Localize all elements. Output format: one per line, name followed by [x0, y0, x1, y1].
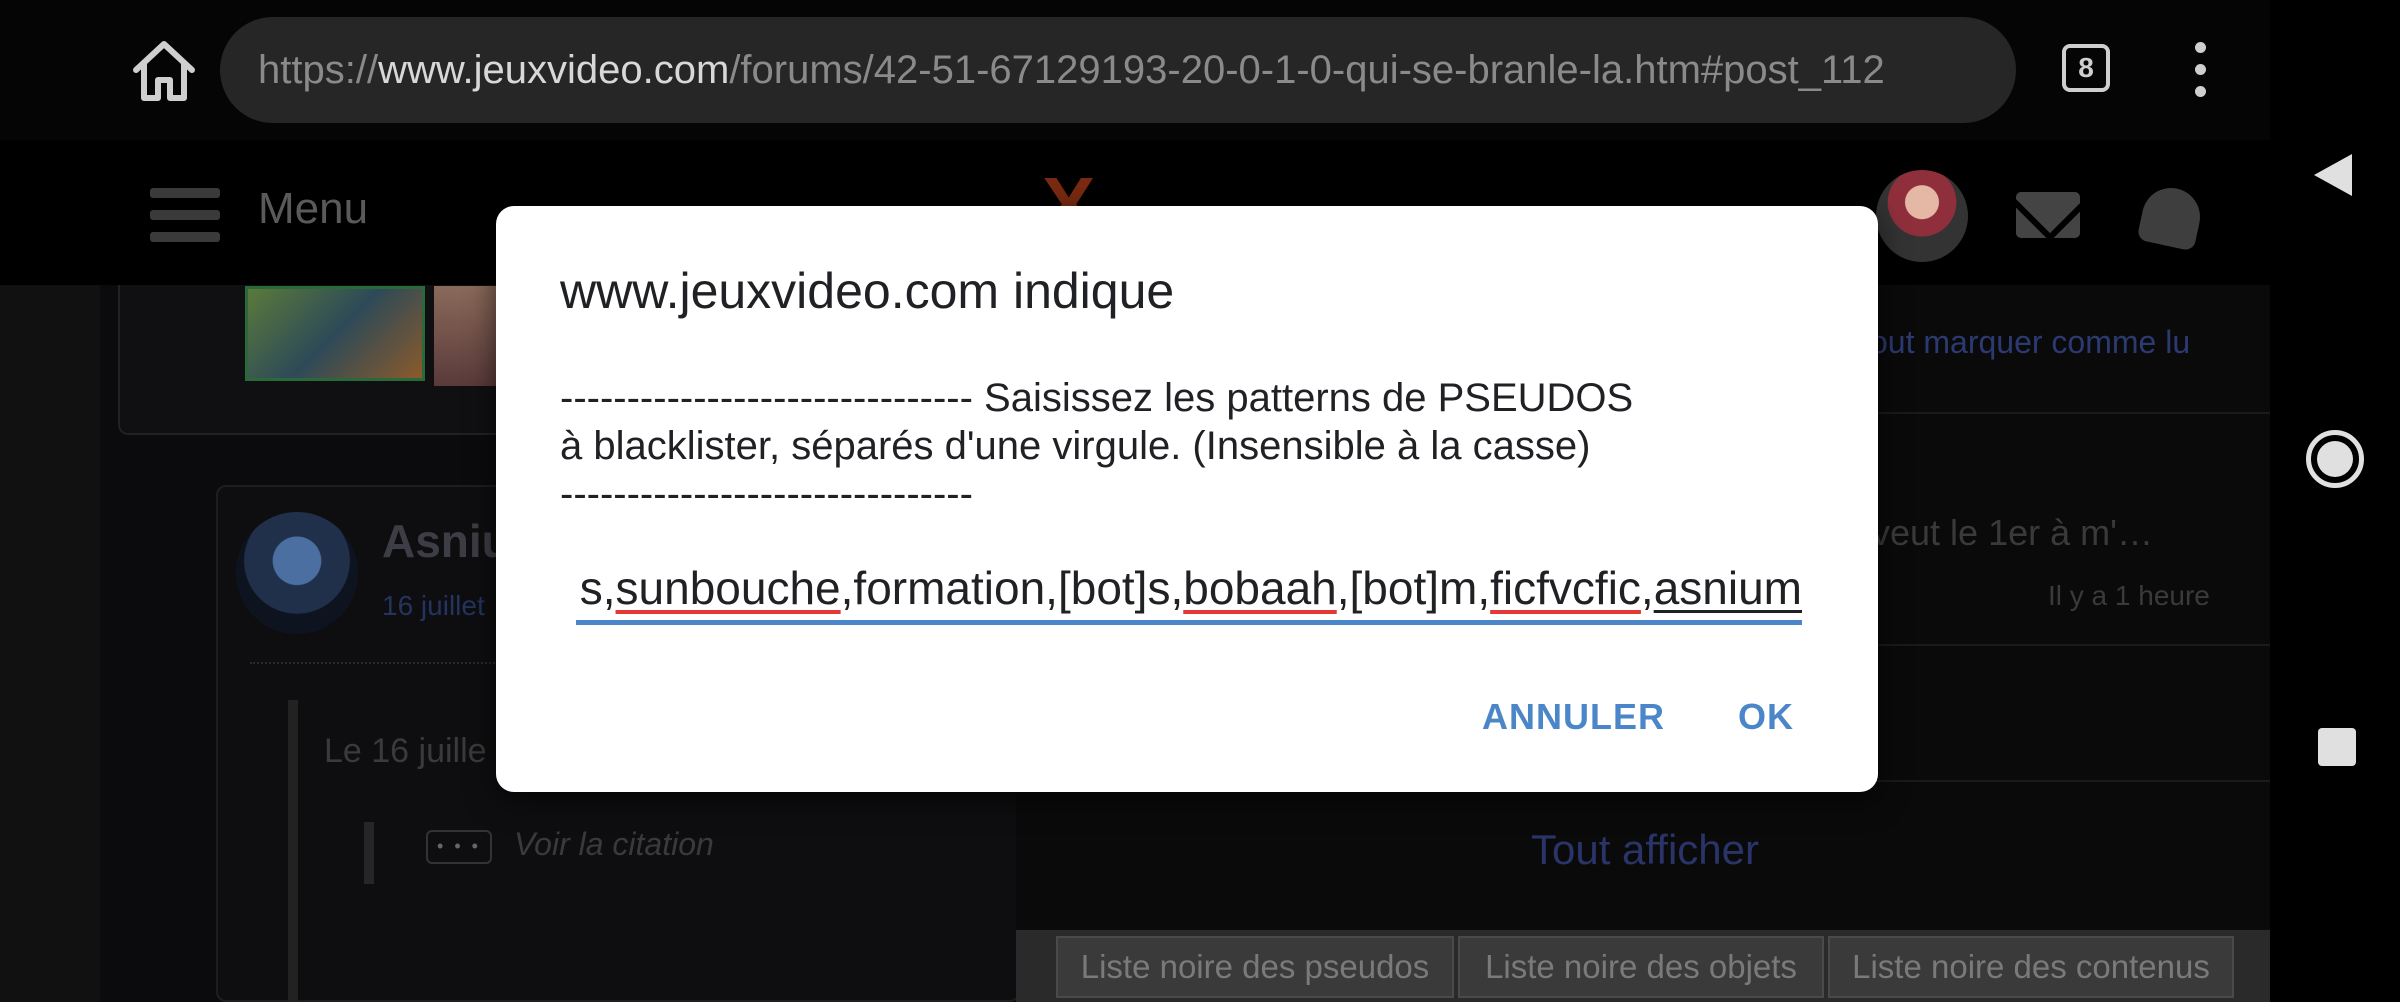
- blacklist-input-value: s,sunbouche,formation,[bot]s,bobaah,[bot…: [580, 556, 1802, 620]
- dialog-message-line: -------------------------------: [560, 472, 973, 516]
- dialog-message-line: ------------------------------- Saisisse…: [560, 376, 1634, 420]
- ok-button[interactable]: OK: [1738, 696, 1794, 738]
- home-icon[interactable]: [128, 36, 200, 104]
- input-token: asnium: [1653, 562, 1802, 614]
- input-underline: [576, 620, 1802, 625]
- dialog-title: www.jeuxvideo.com indique: [560, 263, 1175, 319]
- browser-toolbar: https://www.jeuxvideo.com/forums/42-51-6…: [0, 0, 2270, 140]
- input-token: ficfvcfic: [1490, 562, 1641, 614]
- input-token: ,: [1640, 562, 1654, 614]
- url-scheme: https://: [258, 48, 379, 92]
- tab-switcher-icon[interactable]: 8: [2062, 44, 2110, 92]
- prompt-dialog: www.jeuxvideo.com indique --------------…: [496, 206, 1878, 792]
- input-token: sunbouche: [615, 562, 841, 614]
- url-path: /forums/42-51-67129193-20-0-1-0-qui-se-b…: [729, 48, 1885, 92]
- blacklist-input[interactable]: s,sunbouche,formation,[bot]s,bobaah,[bot…: [560, 556, 1802, 626]
- input-token: ,[bot]m,: [1336, 562, 1491, 614]
- input-token: s,: [579, 562, 616, 614]
- dialog-message-line: à blacklister, séparés d'une virgule. (I…: [560, 424, 1591, 468]
- input-token: ,formation,[bot]s,: [840, 562, 1184, 614]
- cancel-button[interactable]: ANNULER: [1482, 696, 1665, 738]
- address-bar[interactable]: https://www.jeuxvideo.com/forums/42-51-6…: [220, 17, 2016, 123]
- url-host: www.jeuxvideo.com: [378, 48, 730, 92]
- back-icon[interactable]: [2310, 150, 2356, 205]
- dialog-message: ------------------------------- Saisisse…: [560, 374, 1820, 518]
- more-vert-icon[interactable]: [2186, 40, 2214, 100]
- input-token: bobaah: [1183, 562, 1337, 614]
- recent-apps-icon[interactable]: [2318, 728, 2356, 766]
- url-text: https://www.jeuxvideo.com/forums/42-51-6…: [258, 17, 1885, 123]
- home-button-icon[interactable]: [2306, 430, 2364, 488]
